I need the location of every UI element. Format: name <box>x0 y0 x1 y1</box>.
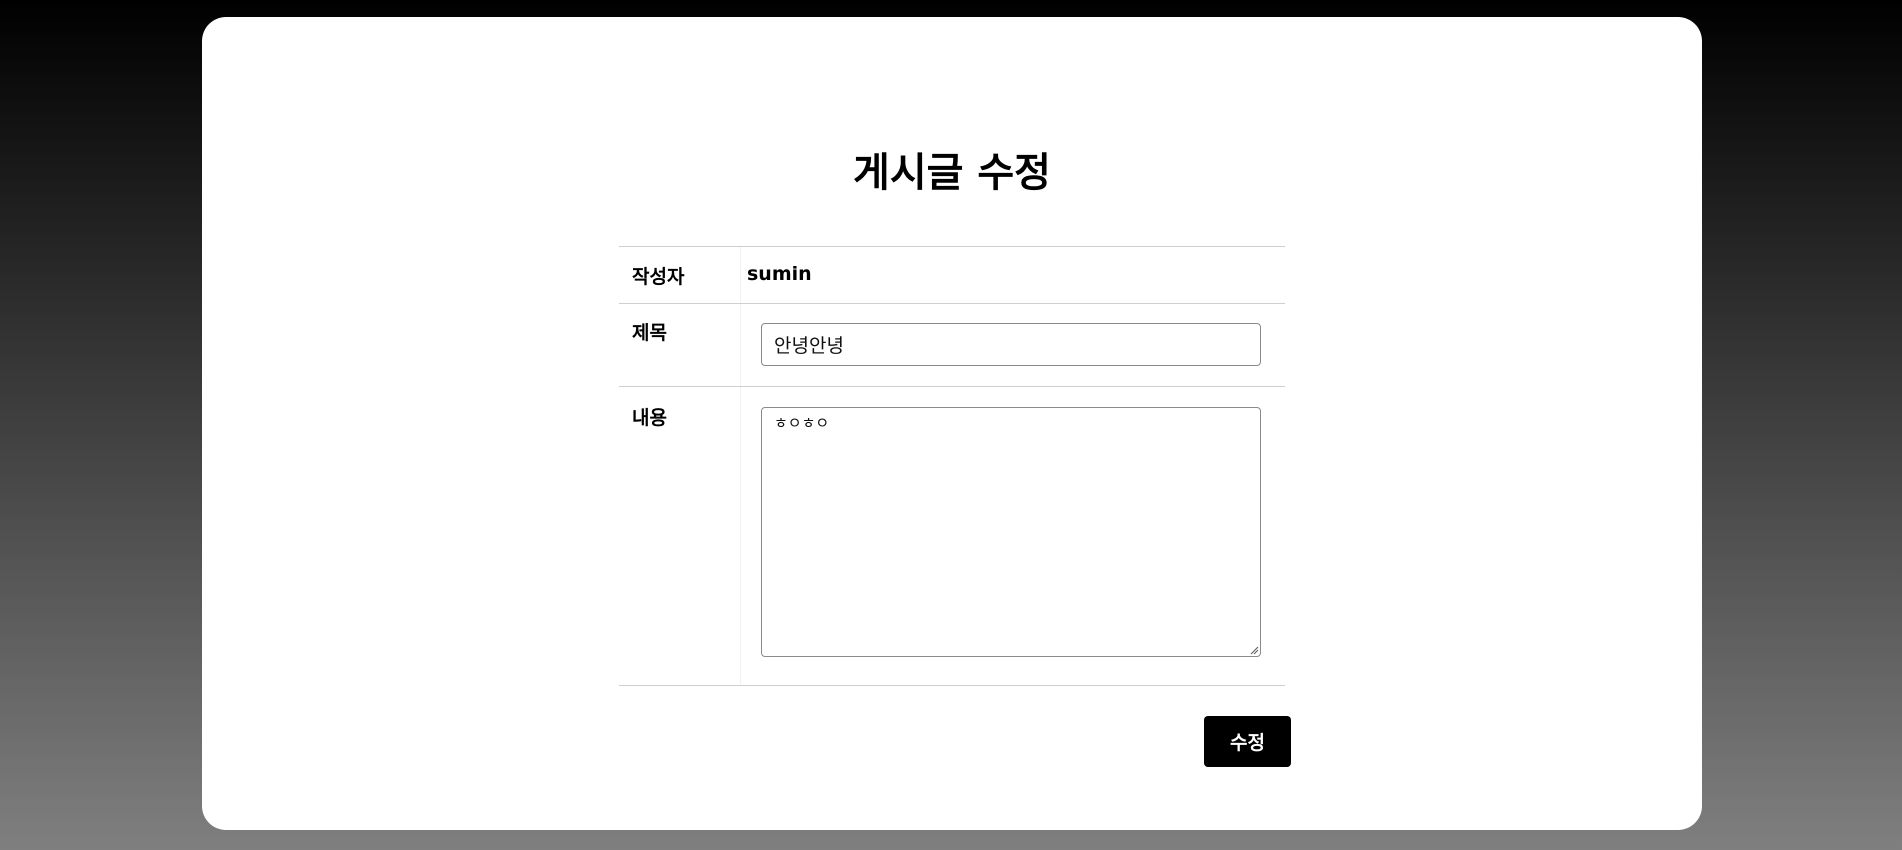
content-row: 내용 ㅎㅇㅎㅇ <box>619 386 1285 686</box>
title-value-cell <box>741 304 1285 386</box>
content-textarea[interactable]: ㅎㅇㅎㅇ <box>761 407 1261 657</box>
submit-button[interactable]: 수정 <box>1204 716 1291 767</box>
edit-form-table: 작성자 sumin 제목 내용 ㅎㅇㅎㅇ <box>619 246 1285 686</box>
title-row: 제목 <box>619 303 1285 386</box>
author-row: 작성자 sumin <box>619 246 1285 303</box>
edit-post-card: 게시글 수정 작성자 sumin 제목 내용 ㅎㅇㅎㅇ 수정 <box>202 17 1702 830</box>
author-value: sumin <box>747 263 812 285</box>
page-title: 게시글 수정 <box>853 150 1051 196</box>
author-label: 작성자 <box>619 247 741 303</box>
content-label: 내용 <box>619 387 741 685</box>
author-value-cell: sumin <box>741 247 1285 303</box>
content-value-cell: ㅎㅇㅎㅇ <box>741 387 1285 685</box>
resize-handle-icon[interactable] <box>1249 645 1259 655</box>
title-label: 제목 <box>619 304 741 386</box>
title-input[interactable] <box>761 323 1261 366</box>
